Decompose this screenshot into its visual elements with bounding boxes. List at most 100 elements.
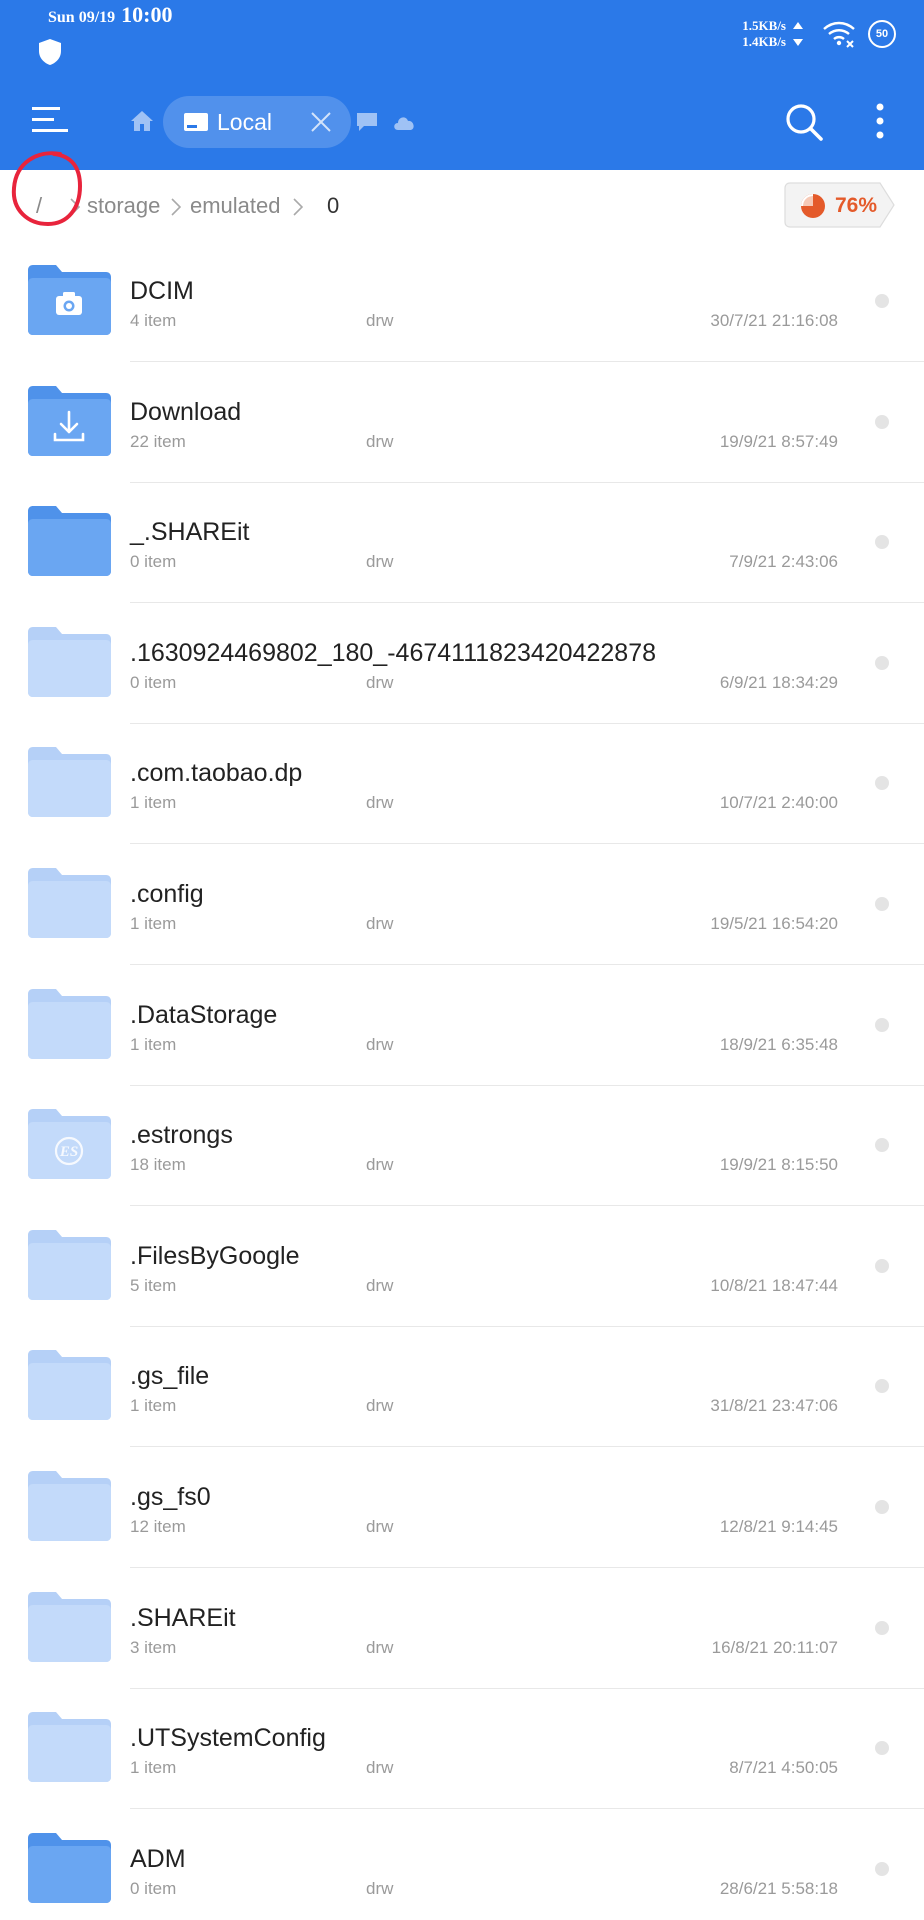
permissions: drw [366,1034,394,1054]
file-row[interactable]: .gs_file 1 item drw 31/8/21 23:47:06 [0,1327,924,1448]
select-checkbox[interactable] [875,1620,889,1635]
chevron-right-icon [171,198,181,216]
file-row[interactable]: .gs_fs0 12 item drw 12/8/21 9:14:45 [0,1448,924,1568]
select-checkbox[interactable] [875,1741,889,1756]
item-count: 1 item [130,1396,177,1416]
file-name: .estrongs [130,1121,233,1150]
file-name: .SHAREit [130,1603,236,1632]
status-bar-left: Sun 09/19 10:00 [48,2,172,28]
hidden-folder-icon [28,988,111,1059]
select-checkbox[interactable] [875,655,889,670]
modified-date: 12/8/21 9:14:45 [719,1517,838,1536]
hidden-folder-icon [28,1591,111,1662]
file-row[interactable]: .config 1 item drw 19/5/21 16:54:20 [0,845,924,965]
file-name: .com.taobao.dp [130,759,303,788]
permissions: drw [366,1155,394,1175]
battery-icon: 50 [868,20,896,48]
file-name: .gs_fs0 [130,1483,211,1511]
modified-date: 31/8/21 23:47:06 [710,1396,838,1416]
file-row[interactable]: _.SHAREit 0 item drw 7/9/21 2:43:06 [0,483,924,604]
drive-icon [184,113,208,131]
permissions: drw [366,793,394,813]
permissions: drw [366,1758,394,1778]
select-checkbox[interactable] [875,294,889,308]
download-folder-icon [28,385,111,456]
select-checkbox[interactable] [875,1258,889,1273]
permissions: drw [366,1878,394,1898]
download-speed: 1.4KB/s [742,34,786,49]
file-name: .FilesByGoogle [130,1241,300,1270]
chat-icon[interactable] [356,112,378,132]
file-row[interactable]: .com.taobao.dp 1 item drw 10/7/21 2:40:0… [0,724,924,845]
hidden-folder-icon [28,1229,111,1300]
tab-local[interactable]: Local [163,96,351,148]
item-count: 22 item [130,431,186,451]
item-count: 1 item [130,1034,177,1054]
hidden-folder-icon [28,1712,111,1783]
modified-date: 10/8/21 18:47:44 [710,1275,838,1295]
chevron-right-icon [293,198,303,216]
permissions: drw [366,1396,394,1416]
svg-text:ES: ES [59,1144,78,1160]
select-checkbox[interactable] [875,897,889,911]
camera-folder-icon [28,265,111,335]
item-count: 1 item [130,793,177,813]
file-row[interactable]: .SHAREit 3 item drw 16/8/21 20:11:07 [0,1569,924,1689]
item-count: 0 item [130,1878,177,1898]
modified-date: 28/6/21 5:58:18 [719,1878,838,1898]
modified-date: 18/9/21 6:35:48 [719,1034,838,1054]
modified-date: 19/9/21 8:57:49 [719,431,838,451]
file-row[interactable]: .FilesByGoogle 5 item drw 10/8/21 18:47:… [0,1207,924,1327]
folder-icon [28,1832,111,1903]
item-count: 12 item [130,1517,186,1536]
es-folder-icon: ES [28,1109,111,1180]
item-count: 4 item [130,311,177,330]
file-row[interactable]: Download 22 item drw 19/9/21 8:57:49 [0,363,924,483]
file-name: Download [130,397,242,426]
file-row[interactable]: ES .estrongs 18 item drw 19/9/21 8:15:50 [0,1086,924,1207]
select-checkbox[interactable] [875,1017,889,1032]
shield-icon [39,39,61,65]
search-button[interactable] [784,102,824,142]
upload-speed: 1.5KB/s [742,18,786,33]
breadcrumb-item-emulated[interactable]: emulated [190,192,281,220]
item-count: 5 item [130,1275,177,1295]
permissions: drw [366,914,394,933]
select-checkbox[interactable] [875,1861,889,1876]
more-options-button[interactable] [868,102,892,142]
file-name: ADM [130,1844,186,1873]
modified-date: 19/9/21 8:15:50 [719,1155,838,1175]
pie-chart-icon [801,194,825,218]
file-name: .1630924469802_180_-4674111823420422878 [130,638,657,667]
cloud-icon[interactable] [392,113,416,131]
file-name: DCIM [130,277,194,305]
close-icon[interactable] [309,110,333,134]
folder-icon [28,506,111,577]
permissions: drw [366,431,394,451]
permissions: drw [366,1275,394,1295]
select-checkbox[interactable] [875,1500,889,1514]
select-checkbox[interactable] [875,776,889,791]
home-icon[interactable] [130,110,154,132]
hidden-folder-icon [28,1350,111,1421]
select-checkbox[interactable] [875,1379,889,1394]
modified-date: 6/9/21 18:34:29 [719,672,838,692]
modified-date: 10/7/21 2:40:00 [719,793,838,813]
tab-label: Local [217,109,272,135]
file-name: .DataStorage [130,1000,278,1029]
file-row[interactable]: .1630924469802_180_-4674111823420422878 … [0,604,924,724]
permissions: drw [366,1517,394,1536]
breadcrumb-item-storage[interactable]: storage [87,192,160,220]
select-checkbox[interactable] [875,1138,889,1153]
red-annotation-circle [11,151,83,227]
file-row[interactable]: .DataStorage 1 item drw 18/9/21 6:35:48 [0,966,924,1086]
select-checkbox[interactable] [875,414,889,429]
file-row[interactable]: ADM 0 item drw 28/6/21 5:58:18 [0,1810,924,1920]
item-count: 1 item [130,914,177,933]
storage-usage-badge[interactable]: 76% [784,182,896,228]
file-row[interactable]: DCIM 4 item drw 30/7/21 21:16:08 [0,242,924,362]
item-count: 18 item [130,1155,186,1175]
select-checkbox[interactable] [875,535,889,550]
file-row[interactable]: .UTSystemConfig 1 item drw 8/7/21 4:50:0… [0,1689,924,1810]
menu-button[interactable] [30,102,70,138]
